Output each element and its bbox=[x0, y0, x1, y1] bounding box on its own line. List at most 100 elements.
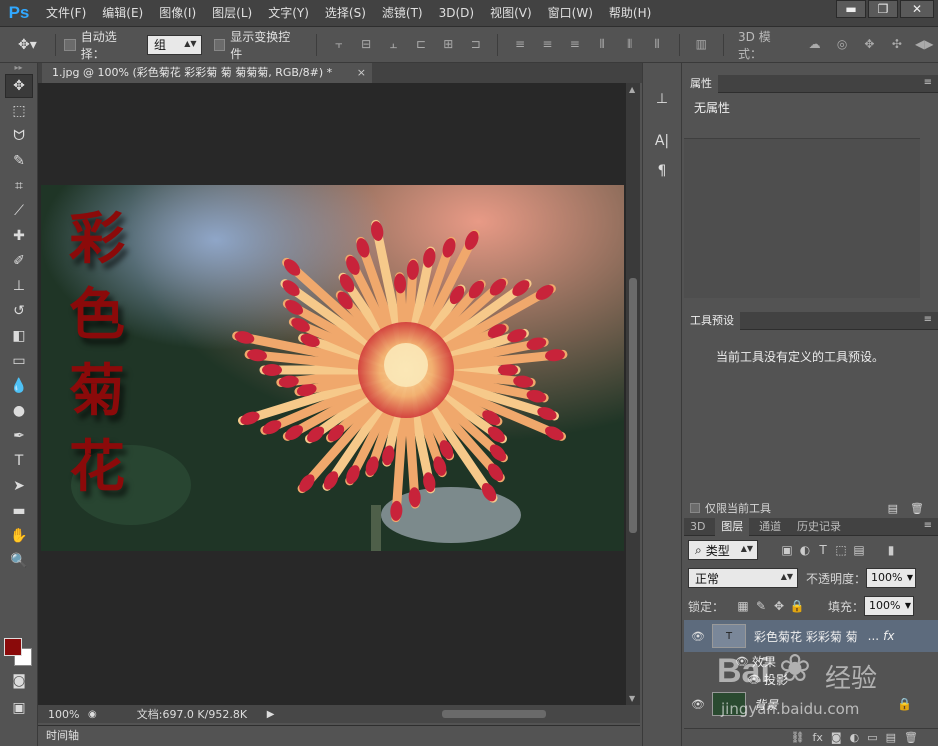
menu-filter[interactable]: 滤镜(T) bbox=[374, 0, 431, 27]
3d-slide-icon[interactable]: ✣ bbox=[887, 37, 906, 53]
lock-all-icon[interactable]: 🔒 bbox=[788, 599, 806, 613]
paragraph-panel-icon[interactable]: ¶ bbox=[648, 159, 676, 183]
distribute-hcenter-icon[interactable]: ⦀ bbox=[620, 37, 639, 53]
show-transform-checkbox[interactable] bbox=[213, 38, 226, 51]
layer-row-background[interactable]: 👁 背景 🔒 bbox=[684, 688, 938, 720]
timeline-panel-tab[interactable]: 时间轴 bbox=[38, 725, 640, 746]
align-top-icon[interactable]: ⫟ bbox=[329, 37, 348, 53]
3d-pan-icon[interactable]: ✥ bbox=[860, 37, 879, 53]
3d-roll-icon[interactable]: ◎ bbox=[832, 37, 851, 53]
filter-shape-icon[interactable]: ⬚ bbox=[832, 543, 850, 557]
panel-menu-icon[interactable]: ≡ bbox=[924, 314, 932, 325]
type-tool-icon[interactable]: T bbox=[5, 449, 33, 473]
layer-effects-row[interactable]: 👁 效果 bbox=[684, 652, 938, 670]
new-adjustment-icon[interactable]: ◐ bbox=[850, 731, 860, 744]
align-right-icon[interactable]: ⊐ bbox=[466, 37, 485, 53]
marquee-tool-icon[interactable]: ⬚ bbox=[5, 99, 33, 123]
eye-icon[interactable]: 👁 bbox=[732, 655, 752, 668]
clone-source-icon[interactable]: ⊥ bbox=[648, 87, 676, 111]
move-tool-preset-icon[interactable]: ✥▾ bbox=[18, 37, 47, 53]
vertical-scrollbar[interactable]: ▲ ▼ bbox=[626, 83, 640, 705]
distribute-bottom-icon[interactable]: ≡ bbox=[565, 37, 584, 53]
lock-position-icon[interactable]: ✥ bbox=[770, 599, 788, 613]
scroll-up-icon[interactable]: ▲ bbox=[629, 85, 635, 94]
clone-stamp-tool-icon[interactable]: ⊥ bbox=[5, 274, 33, 298]
status-menu-arrow-icon[interactable]: ▶ bbox=[267, 709, 275, 720]
foreground-color-swatch[interactable] bbox=[4, 638, 22, 656]
fill-input[interactable]: 100% ▼ bbox=[864, 596, 915, 616]
eyedropper-tool-icon[interactable]: ⟋ bbox=[5, 199, 33, 223]
hscroll-thumb[interactable] bbox=[442, 710, 546, 718]
hand-tool-icon[interactable]: ✋ bbox=[5, 524, 33, 548]
status-info-icon[interactable]: ◉ bbox=[88, 709, 97, 720]
tab-channels[interactable]: 通道 bbox=[753, 518, 787, 536]
path-select-tool-icon[interactable]: ➤ bbox=[5, 474, 33, 498]
fx-icon[interactable]: fx bbox=[813, 731, 823, 744]
auto-select-dropdown[interactable]: 组 ▲▼ bbox=[146, 34, 202, 55]
menu-edit[interactable]: 编辑(E) bbox=[94, 0, 151, 27]
layer-row-text[interactable]: 👁 T 彩色菊花 彩彩菊 菊 ... fx bbox=[684, 620, 938, 652]
scroll-thumb[interactable] bbox=[629, 278, 637, 533]
align-bottom-icon[interactable]: ⫠ bbox=[384, 37, 403, 53]
scroll-down-icon[interactable]: ▼ bbox=[629, 694, 635, 703]
link-layers-icon[interactable]: ⛓ bbox=[791, 731, 805, 744]
fx-icon[interactable]: fx bbox=[883, 629, 894, 643]
add-mask-icon[interactable]: ◙ bbox=[831, 731, 842, 744]
new-group-icon[interactable]: ▭ bbox=[867, 731, 877, 744]
menu-type[interactable]: 文字(Y) bbox=[260, 0, 317, 27]
current-tool-only-checkbox[interactable] bbox=[690, 503, 700, 513]
menu-image[interactable]: 图像(I) bbox=[151, 0, 204, 27]
minimize-button[interactable]: ▬ bbox=[836, 0, 866, 18]
eye-icon[interactable]: 👁 bbox=[684, 630, 712, 643]
3d-scale-icon[interactable]: ◀▶ bbox=[915, 37, 934, 53]
menu-file[interactable]: 文件(F) bbox=[38, 0, 94, 27]
blend-mode-dropdown[interactable]: 正常 ▲▼ bbox=[688, 568, 798, 588]
auto-align-icon[interactable]: ▥ bbox=[692, 37, 711, 53]
tab-3d[interactable]: 3D bbox=[684, 518, 711, 536]
zoom-level[interactable]: 100% bbox=[38, 708, 88, 721]
pen-tool-icon[interactable]: ✒ bbox=[5, 424, 33, 448]
blur-tool-icon[interactable]: 💧 bbox=[5, 374, 33, 398]
document-tab[interactable]: 1.jpg @ 100% (彩色菊花 彩彩菊 菊 菊菊菊, RGB/8#) * … bbox=[42, 63, 372, 83]
filter-smart-object-icon[interactable]: ▤ bbox=[850, 543, 868, 557]
distribute-left-icon[interactable]: ⦀ bbox=[593, 37, 612, 53]
distribute-top-icon[interactable]: ≡ bbox=[510, 37, 529, 53]
dodge-tool-icon[interactable]: ● bbox=[5, 399, 33, 423]
align-hcenter-icon[interactable]: ⊞ bbox=[439, 37, 458, 53]
menu-window[interactable]: 窗口(W) bbox=[540, 0, 601, 27]
new-layer-icon[interactable]: ▤ bbox=[886, 731, 896, 744]
align-left-icon[interactable]: ⊏ bbox=[411, 37, 430, 53]
menu-view[interactable]: 视图(V) bbox=[482, 0, 540, 27]
delete-preset-icon[interactable]: 🗑 bbox=[910, 502, 924, 515]
delete-layer-icon[interactable]: 🗑 bbox=[904, 731, 918, 744]
3d-rotate-icon[interactable]: ☁ bbox=[805, 37, 824, 53]
lock-transparent-icon[interactable]: ▦ bbox=[734, 599, 752, 613]
tab-history[interactable]: 历史记录 bbox=[791, 518, 847, 536]
distribute-vcenter-icon[interactable]: ≡ bbox=[538, 37, 557, 53]
layer-drop-shadow-row[interactable]: 👁 投影 bbox=[684, 670, 938, 688]
maximize-button[interactable]: ❐ bbox=[868, 0, 898, 18]
quick-mask-icon[interactable]: ◙ bbox=[5, 669, 33, 693]
tab-properties[interactable]: 属性 bbox=[684, 75, 718, 93]
distribute-right-icon[interactable]: ⦀ bbox=[647, 37, 666, 53]
auto-select-checkbox[interactable] bbox=[64, 38, 76, 51]
menu-3d[interactable]: 3D(D) bbox=[431, 0, 482, 27]
align-vcenter-icon[interactable]: ⊟ bbox=[356, 37, 375, 53]
move-tool-icon[interactable]: ✥ bbox=[5, 74, 33, 98]
panel-grip-icon[interactable]: ▸▸ bbox=[0, 63, 37, 73]
menu-layer[interactable]: 图层(L) bbox=[204, 0, 260, 27]
lasso-tool-icon[interactable]: ᗢ bbox=[5, 124, 33, 148]
new-preset-icon[interactable]: ▤ bbox=[888, 502, 898, 515]
menu-help[interactable]: 帮助(H) bbox=[601, 0, 659, 27]
menu-select[interactable]: 选择(S) bbox=[317, 0, 374, 27]
close-button[interactable]: ✕ bbox=[900, 0, 934, 18]
filter-adjustment-icon[interactable]: ◐ bbox=[796, 543, 814, 557]
quick-select-tool-icon[interactable]: ✎ bbox=[5, 149, 33, 173]
layer-filter-kind[interactable]: ⌕ 类型 ▲▼ bbox=[688, 540, 758, 560]
eye-icon[interactable]: 👁 bbox=[684, 698, 712, 711]
brush-tool-icon[interactable]: ✐ bbox=[5, 249, 33, 273]
chrysanthemum-photo[interactable]: 彩色菊花 bbox=[41, 185, 624, 551]
lock-image-icon[interactable]: ✎ bbox=[752, 599, 770, 613]
canvas-area[interactable]: 彩色菊花 bbox=[38, 83, 626, 705]
eraser-tool-icon[interactable]: ◧ bbox=[5, 324, 33, 348]
